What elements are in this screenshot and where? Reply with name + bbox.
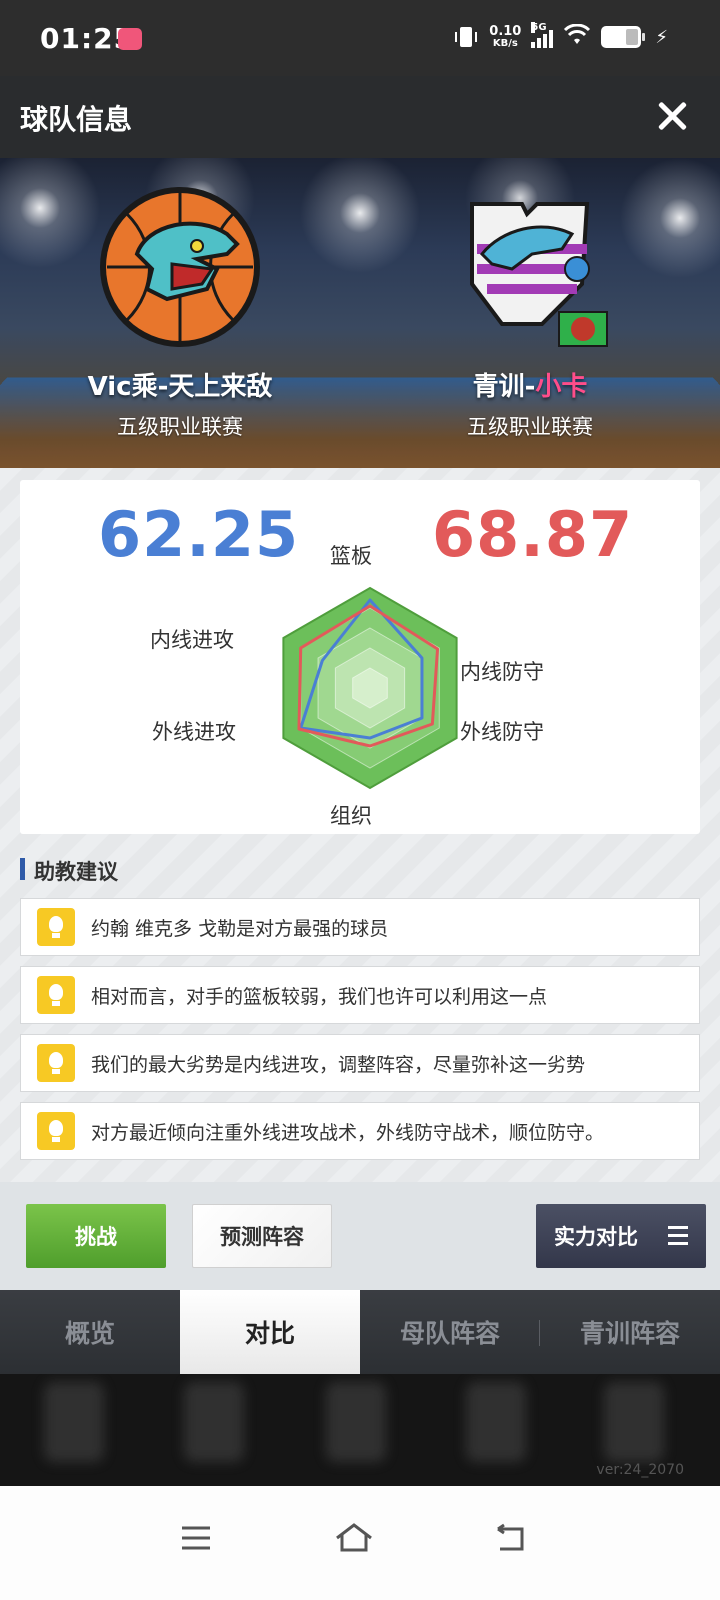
- radar-chart: [250, 568, 490, 808]
- challenge-button[interactable]: 挑战: [26, 1204, 166, 1268]
- team-right-name: 青训-小卡: [400, 366, 660, 403]
- lightbulb-icon: [37, 908, 75, 946]
- system-navigation-bar: [0, 1486, 720, 1600]
- team-left-name: Vic乘-天上来敌: [50, 366, 310, 403]
- dinosaur-logo-icon: [97, 184, 263, 350]
- team-right-league: 五级职业联赛: [400, 411, 660, 441]
- page-title: 球队信息: [20, 98, 132, 138]
- battery-icon: [601, 26, 641, 48]
- strength-compare-button[interactable]: 实力对比: [536, 1204, 706, 1268]
- bottom-dock-blurred: ver:24_2070: [0, 1374, 720, 1486]
- comparison-card: 62.25 68.87 篮板 内线防守 外线防守 组织 外线进攻 内线进攻: [20, 480, 700, 834]
- predict-lineup-button[interactable]: 预测阵容: [192, 1204, 332, 1268]
- team-left: Vic乘-天上来敌 五级职业联赛: [50, 158, 310, 441]
- score-right: 68.87: [432, 498, 633, 571]
- version-label: ver:24_2070: [596, 1462, 684, 1478]
- vibrate-icon: [453, 24, 479, 50]
- advice-title: 助教建议: [20, 856, 118, 886]
- advice-item: 相对而言，对手的篮板较弱，我们也许可以利用这一点: [20, 966, 700, 1024]
- team-left-league: 五级职业联赛: [50, 411, 310, 441]
- team-banner: Vic乘-天上来敌 五级职业联赛 青训-小卡 五级职业联赛: [0, 158, 720, 468]
- score-left: 62.25: [98, 498, 299, 571]
- status-icons: 0.10 KB/s 5G ⚡: [453, 24, 668, 50]
- menu-icon: [668, 1226, 688, 1244]
- header: 球队信息: [0, 76, 720, 158]
- advice-list: 约翰 维克多 戈勒是对方最强的球员 相对而言，对手的篮板较弱，我们也许可以利用这…: [20, 898, 700, 1170]
- tab-youth-roster[interactable]: 青训阵容: [540, 1290, 720, 1374]
- back-icon[interactable]: [480, 1508, 540, 1568]
- axis-label-inside-offense: 内线进攻: [150, 624, 234, 654]
- action-bar: 挑战 预测阵容 实力对比: [0, 1182, 720, 1290]
- menu-icon[interactable]: [166, 1508, 226, 1568]
- axis-label-rebound: 篮板: [330, 540, 372, 570]
- network-speed: 0.10 KB/s: [489, 26, 521, 49]
- advice-item: 约翰 维克多 戈勒是对方最强的球员: [20, 898, 700, 956]
- main-content: 62.25 68.87 篮板 内线防守 外线防守 组织 外线进攻 内线进攻 助教…: [0, 468, 720, 1182]
- advice-item: 对方最近倾向注重外线进攻战术，外线防守战术，顺位防守。: [20, 1102, 700, 1160]
- tab-overview[interactable]: 概览: [0, 1290, 180, 1374]
- lightbulb-icon: [37, 1112, 75, 1150]
- axis-label-perimeter-offense: 外线进攻: [152, 716, 236, 746]
- tab-parent-roster[interactable]: 母队阵容: [360, 1290, 540, 1374]
- close-icon[interactable]: [654, 98, 690, 134]
- tab-compare[interactable]: 对比: [180, 1290, 360, 1374]
- team-right: 青训-小卡 五级职业联赛: [400, 158, 660, 441]
- advice-item: 我们的最大劣势是内线进攻，调整阵容，尽量弥补这一劣势: [20, 1034, 700, 1092]
- tab-bar: 概览 对比 母队阵容 青训阵容: [0, 1290, 720, 1374]
- app-notification-icon: [118, 28, 142, 50]
- wifi-icon: [563, 24, 591, 50]
- cellular-signal-icon: 5G: [531, 26, 553, 48]
- charging-icon: ⚡: [655, 27, 668, 48]
- lightbulb-icon: [37, 976, 75, 1014]
- lightbulb-icon: [37, 1044, 75, 1082]
- status-bar: 01:25 0.10 KB/s 5G ⚡: [0, 0, 720, 76]
- shark-logo-icon: [447, 184, 613, 350]
- home-icon[interactable]: [324, 1508, 384, 1568]
